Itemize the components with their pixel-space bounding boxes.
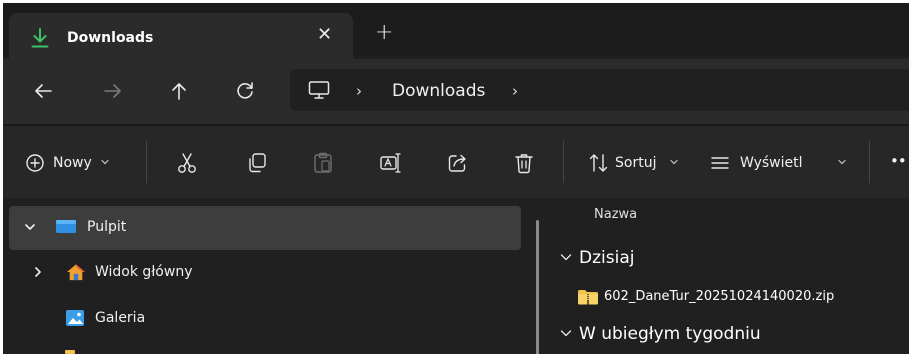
desktop-icon [56, 220, 76, 233]
command-separator [869, 141, 870, 183]
chevron-down-icon [670, 159, 678, 165]
view-label: Wyświetl [740, 155, 803, 171]
breadcrumb-separator[interactable]: › [512, 82, 518, 100]
tab-title: Downloads [67, 30, 154, 46]
paste-icon[interactable] [312, 152, 334, 174]
chevron-down-icon [101, 159, 109, 165]
sidebar-item-label: Pulpit [87, 219, 127, 235]
command-bar: Nowy Sortuj Wyświetl •• [3, 126, 909, 198]
command-separator [563, 141, 564, 183]
up-arrow-icon[interactable] [167, 79, 191, 103]
close-tab-icon[interactable]: ✕ [317, 26, 332, 44]
group-header-last-week[interactable]: W ubiegłym tygodniu [559, 324, 761, 344]
gallery-icon [66, 310, 84, 326]
forward-arrow-icon[interactable] [101, 79, 125, 103]
breadcrumb-downloads[interactable]: Downloads [392, 81, 485, 101]
tab-strip: Downloads ✕ + [3, 3, 909, 59]
breadcrumb-separator[interactable]: › [356, 82, 362, 100]
sidebar-item-label: Galeria [95, 310, 146, 326]
more-options-icon[interactable]: •• [890, 152, 907, 170]
cut-icon[interactable] [176, 152, 198, 174]
command-separator [146, 141, 147, 183]
new-label: Nowy [53, 155, 92, 171]
sidebar-item-galeria[interactable]: Galeria [9, 297, 521, 341]
navigation-pane: Pulpit Widok główny Galeria [3, 198, 533, 354]
chevron-down-icon [838, 159, 846, 165]
delete-icon[interactable] [513, 152, 535, 174]
back-arrow-icon[interactable] [31, 79, 55, 103]
sidebar-item-label: Widok główny [95, 264, 193, 280]
folder-icon [65, 350, 75, 354]
group-label: W ubiegłym tygodniu [579, 324, 761, 344]
group-label: Dzisiaj [579, 248, 635, 268]
sidebar-scrollbar[interactable] [536, 220, 539, 354]
tab-downloads[interactable]: Downloads ✕ [9, 13, 353, 59]
view-icon [711, 157, 729, 169]
chevron-right-icon[interactable] [31, 265, 45, 279]
refresh-icon[interactable] [233, 79, 257, 103]
zip-folder-icon [578, 290, 598, 305]
chevron-down-icon [560, 254, 572, 261]
computer-icon[interactable] [308, 81, 330, 99]
address-bar[interactable]: › Downloads › [290, 69, 909, 111]
copy-icon[interactable] [246, 152, 268, 174]
sort-icon [589, 154, 608, 172]
sort-label: Sortuj [615, 155, 657, 171]
file-name: 602_DaneTur_20251024140020.zip [604, 289, 835, 304]
column-header-name[interactable]: Nazwa [594, 207, 637, 222]
chevron-down-icon [560, 330, 572, 337]
sidebar-item-widok-glowny[interactable]: Widok główny [9, 251, 521, 295]
navigation-bar: › Downloads › [3, 59, 909, 124]
sidebar-item-pulpit[interactable]: Pulpit [9, 206, 521, 250]
download-icon [31, 28, 49, 48]
home-icon [67, 264, 85, 281]
group-header-today[interactable]: Dzisiaj [559, 248, 634, 268]
file-explorer-window: Downloads ✕ + › Downloads › Nowy Sortuj … [3, 3, 909, 354]
list-item[interactable]: 602_DaneTur_20251024140020.zip [575, 284, 895, 310]
file-list: Nazwa Dzisiaj 602_DaneTur_20251024140020… [543, 198, 909, 354]
share-icon[interactable] [447, 152, 469, 174]
new-tab-button[interactable]: + [375, 22, 393, 44]
new-icon [26, 154, 44, 172]
rename-icon[interactable] [379, 152, 401, 174]
chevron-down-icon[interactable] [23, 220, 37, 234]
